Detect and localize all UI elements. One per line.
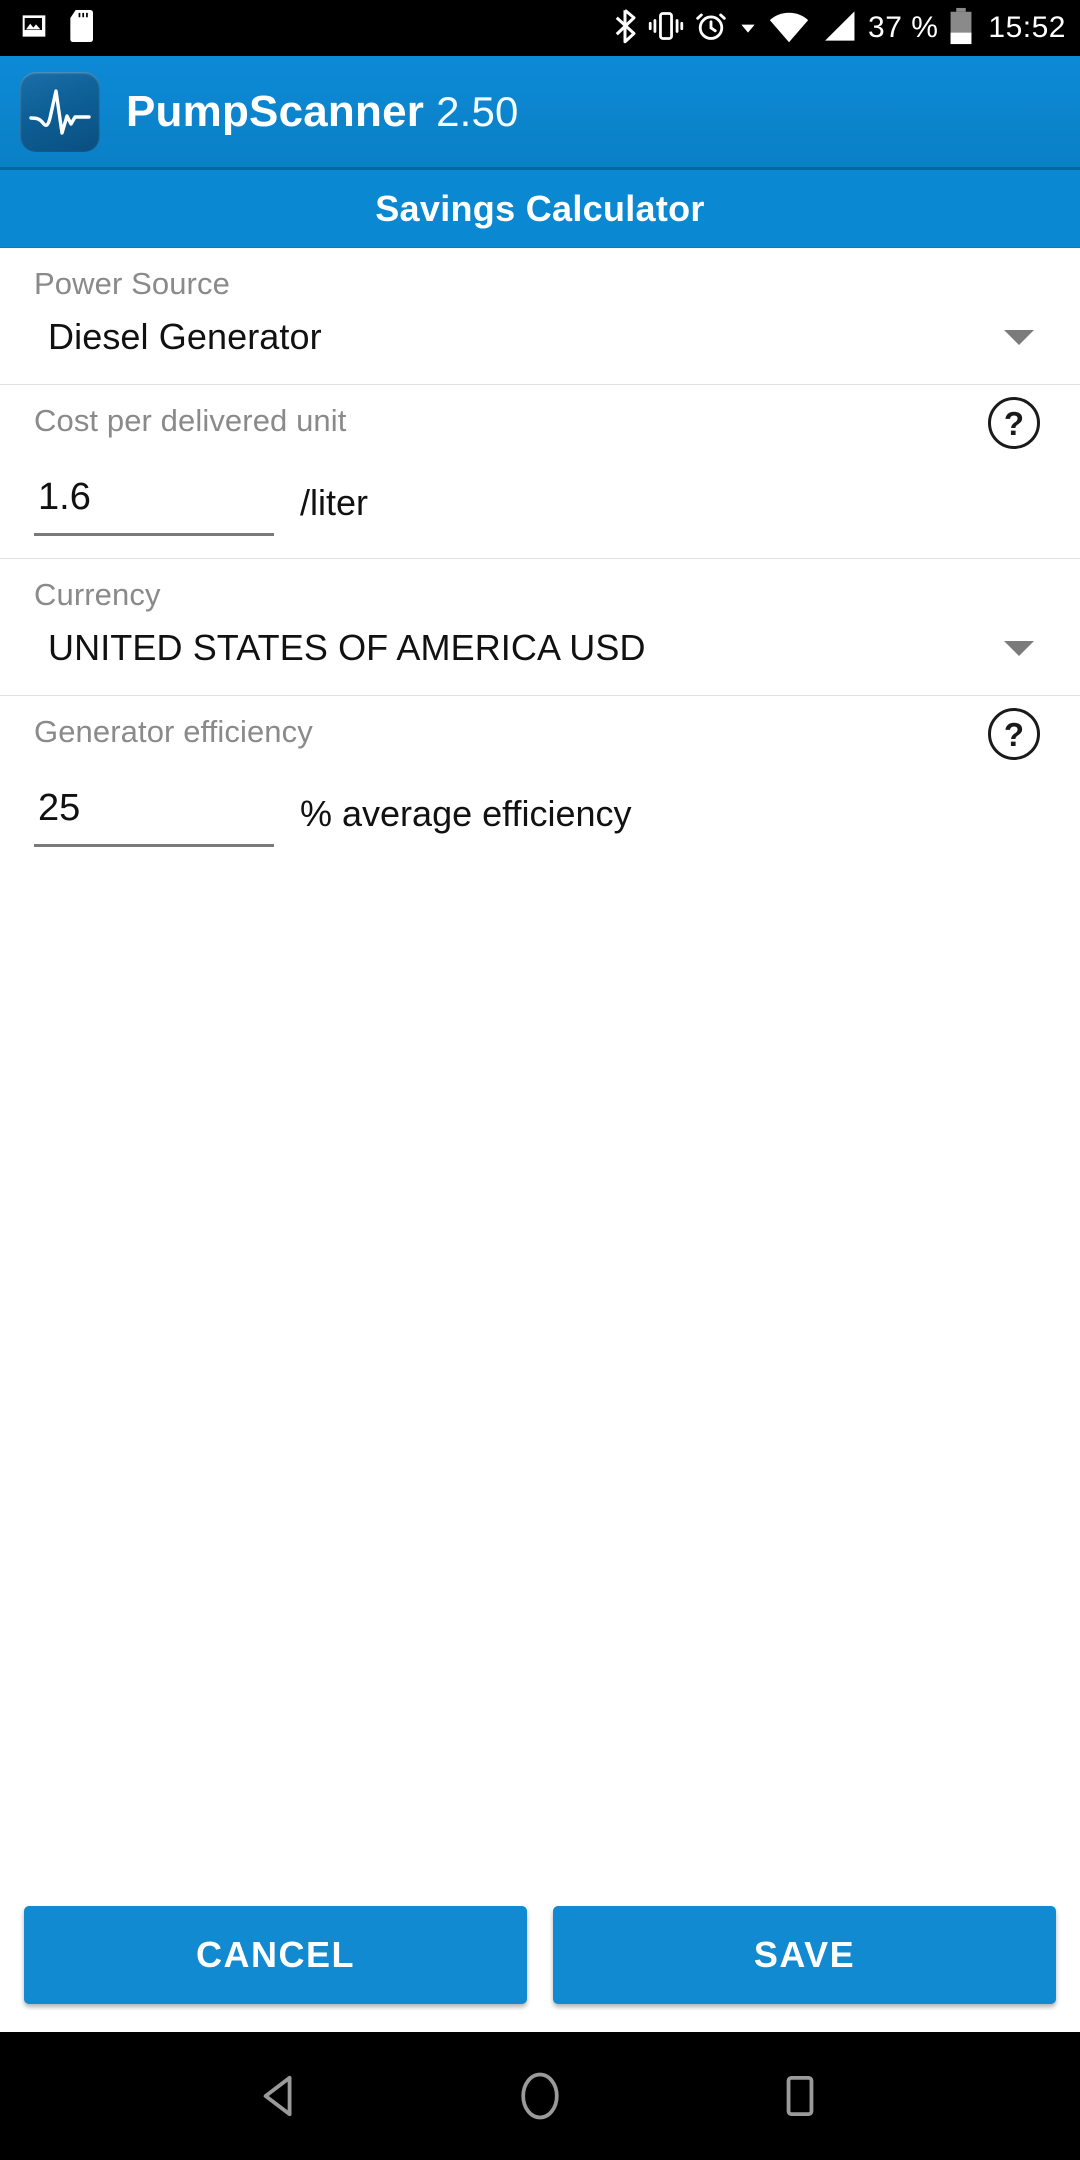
chevron-down-icon — [1004, 640, 1034, 656]
help-circle-icon[interactable]: ? — [988, 397, 1040, 449]
app-name-label: PumpScanner — [126, 86, 425, 136]
page-title: Savings Calculator — [375, 187, 705, 229]
currency-label: Currency — [34, 577, 161, 612]
save-button[interactable]: SAVE — [553, 1906, 1056, 2004]
cost-per-unit-label: Cost per delivered unit — [34, 403, 347, 438]
status-bar: 37 % 15:52 — [0, 0, 1080, 56]
generator-efficiency-label: Generator efficiency — [34, 714, 313, 749]
currency-value: UNITED STATES OF AMERICA USD — [48, 627, 646, 668]
image-icon — [18, 10, 50, 47]
signal-icon — [820, 9, 858, 48]
status-bar-right-icons: 37 % 15:52 — [612, 7, 1066, 50]
power-source-label: Power Source — [34, 266, 230, 301]
vibrate-icon — [648, 9, 684, 48]
phone-screen: 37 % 15:52 PumpScanner 2.50 Savings Calcu… — [0, 0, 1080, 2160]
battery-percent-label: 37 % — [868, 11, 939, 44]
generator-efficiency-input[interactable]: 25 — [34, 782, 274, 847]
app-header: PumpScanner 2.50 — [0, 56, 1080, 170]
back-triangle-icon[interactable] — [220, 2036, 340, 2156]
screen-subtitle-bar: Savings Calculator — [0, 170, 1080, 248]
currency-row[interactable]: Currency UNITED STATES OF AMERICA USD — [0, 559, 1080, 696]
cost-per-unit-input-row: 1.6 /liter — [34, 471, 1046, 542]
generator-efficiency-label-group: Generator efficiency ? — [34, 708, 1046, 760]
alarm-icon — [694, 9, 728, 48]
pumpscanner-waveform-logo — [20, 71, 100, 152]
cost-per-unit-input[interactable]: 1.6 — [34, 471, 274, 536]
cancel-button[interactable]: CANCEL — [24, 1906, 527, 2004]
power-source-value: Diesel Generator — [48, 316, 322, 357]
power-source-row[interactable]: Power Source Diesel Generator — [0, 248, 1080, 385]
help-circle-icon[interactable]: ? — [988, 708, 1040, 760]
battery-icon — [948, 7, 974, 50]
chevron-down-icon — [1004, 329, 1034, 345]
generator-efficiency-input-row: 25 % average efficiency — [34, 782, 1046, 853]
recents-square-icon[interactable] — [740, 2036, 860, 2156]
bluetooth-icon — [612, 8, 638, 49]
android-navigation-bar — [0, 2032, 1080, 2160]
home-circle-icon[interactable] — [480, 2036, 600, 2156]
currency-spinner[interactable]: UNITED STATES OF AMERICA USD — [34, 617, 1046, 679]
app-version-label: 2.50 — [436, 87, 519, 135]
download-icon — [738, 10, 758, 47]
status-bar-clock: 15:52 — [988, 11, 1066, 44]
status-bar-left-icons — [18, 9, 96, 47]
sd-card-icon — [66, 9, 96, 47]
generator-efficiency-suffix: % average efficiency — [300, 793, 632, 834]
savings-calculator-form: Power Source Diesel Generator Cost per d… — [0, 248, 1080, 1906]
cost-per-unit-row: Cost per delivered unit ? 1.6 /liter — [0, 385, 1080, 559]
action-button-bar: CANCEL SAVE — [0, 1906, 1080, 2032]
cost-per-unit-suffix: /liter — [300, 482, 369, 523]
wifi-icon — [768, 9, 810, 48]
generator-efficiency-row: Generator efficiency ? 25 % average effi… — [0, 696, 1080, 869]
power-source-spinner[interactable]: Diesel Generator — [34, 306, 1046, 368]
cost-per-unit-label-group: Cost per delivered unit ? — [34, 397, 1046, 449]
app-title: PumpScanner 2.50 — [126, 87, 519, 137]
